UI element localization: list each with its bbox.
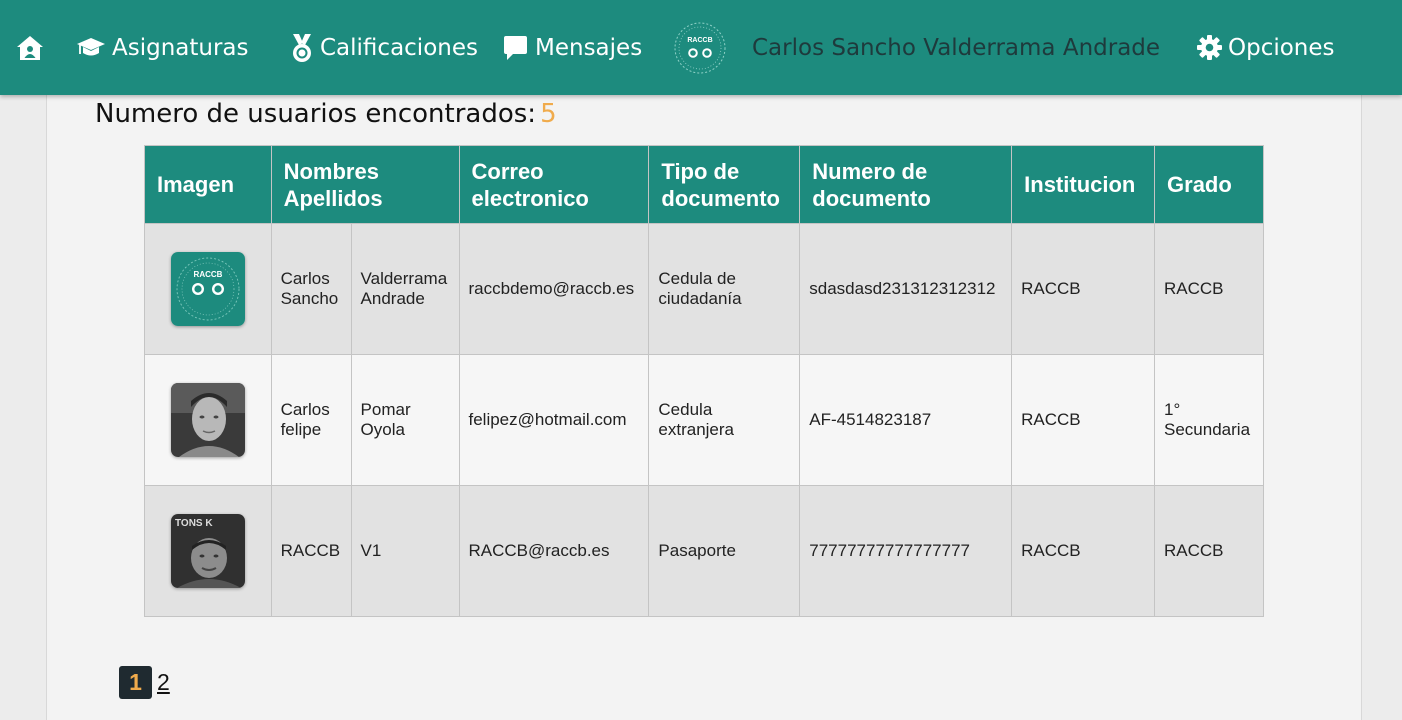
header-numero-2: documento — [812, 185, 931, 211]
cell-numero-documento: sdasdasd231312312312 — [799, 223, 1013, 355]
nav-user-name[interactable]: Carlos Sancho Valderrama Andrade — [752, 0, 1160, 95]
cell-tipo-documento: Cedula extranjera — [648, 354, 801, 486]
user-photo-icon: TONS K — [170, 514, 245, 588]
cell-tipo-documento: Cedula de ciudadanía — [648, 223, 801, 355]
user-photo-avatar[interactable] — [170, 383, 245, 457]
cell-apellidos: Pomar Oyola — [350, 354, 460, 486]
nav-calificaciones-label: Calificaciones — [320, 34, 478, 61]
apellidos-line-2: Oyola — [360, 420, 405, 439]
apellidos-line-1: Valderrama — [360, 269, 448, 288]
header-grado: Grado — [1154, 145, 1264, 224]
grado-line-2: Secundaria — [1164, 420, 1251, 439]
header-nombres: Nombres — [283, 158, 379, 184]
tipo-line-2: extranjera — [658, 420, 735, 439]
nav-calificaciones[interactable]: Calificaciones — [290, 0, 478, 95]
cell-correo: felipez@hotmail.com — [458, 354, 650, 486]
home-button[interactable] — [16, 0, 44, 95]
results-label: Numero de usuarios encontrados: — [95, 99, 537, 129]
header-institucion: Institucion — [1011, 145, 1156, 224]
cell-numero-documento: AF-4514823187 — [799, 354, 1013, 486]
cell-tipo-documento: Pasaporte — [648, 485, 801, 617]
header-correo: Correo electronico — [458, 145, 650, 224]
results-heading: Numero de usuarios encontrados: 5 — [95, 99, 557, 129]
grado-line-1: 1° — [1164, 400, 1181, 419]
table-row[interactable]: RACCB Carlos Sancho Valderrama Andrade rac… — [144, 223, 1264, 355]
nav-mensajes-label: Mensajes — [535, 34, 643, 61]
results-count: 5 — [540, 99, 557, 129]
user-photo-icon — [170, 383, 245, 457]
header-numero-1: Numero de — [812, 158, 928, 184]
pagination: 1 2 — [119, 666, 170, 699]
header-correo-2: electronico — [471, 185, 589, 211]
header-nombres-apellidos: Nombres Apellidos — [270, 145, 460, 224]
logo-text: RACCB — [687, 37, 712, 44]
nombres-line-2: Sancho — [280, 289, 339, 308]
page-current[interactable]: 1 — [119, 666, 152, 699]
tipo-line-1: Cedula de — [658, 269, 736, 288]
graduation-cap-icon — [77, 37, 105, 55]
cell-apellidos: Valderrama Andrade — [350, 223, 460, 355]
grado-line-1: RACCB — [1164, 279, 1224, 298]
gear-icon — [1197, 35, 1222, 60]
cell-apellidos: V1 — [350, 485, 460, 617]
apellidos-line-1: Pomar — [360, 400, 411, 419]
users-table: Imagen Nombres Apellidos Correo electronic… — [144, 145, 1264, 617]
cell-nombres: RACCB — [270, 485, 352, 617]
cell-grado: 1° Secundaria — [1154, 354, 1264, 486]
table-row[interactable]: Carlos felipe Pomar Oyola felipez@hotmail.… — [144, 354, 1264, 486]
message-icon — [504, 35, 527, 60]
apellidos-line-2: Andrade — [360, 289, 425, 308]
content-panel: Numero de usuarios encontrados: 5 Imagen … — [46, 95, 1362, 720]
cell-correo: raccbdemo@raccb.es — [458, 223, 650, 355]
header-apellidos: Apellidos — [283, 185, 383, 211]
top-navbar: Asignaturas Calificaciones Mensajes RACC… — [0, 0, 1402, 95]
table-row[interactable]: TONS K RACCB V1 RACCB@raccb.es Pasaporte… — [144, 485, 1264, 617]
cell-nombres: Carlos felipe — [270, 354, 352, 486]
cell-imagen: TONS K — [144, 485, 272, 617]
cell-institucion: RACCB — [1011, 485, 1156, 617]
medal-icon — [293, 33, 311, 62]
header-tipo-2: documento — [661, 185, 780, 211]
nav-mensajes[interactable]: Mensajes — [503, 0, 642, 95]
nombres-line-1: Carlos — [280, 269, 330, 288]
nombres-line-1: Carlos — [280, 400, 330, 419]
cell-nombres: Carlos Sancho — [270, 223, 352, 355]
cell-correo: RACCB@raccb.es — [458, 485, 650, 617]
tipo-line-2: ciudadanía — [658, 289, 742, 308]
user-photo-avatar[interactable]: TONS K — [170, 514, 245, 588]
nav-asignaturas[interactable]: Asignaturas — [76, 0, 249, 95]
header-imagen: Imagen — [144, 145, 272, 224]
raccb-logo-avatar[interactable]: RACCB — [170, 252, 245, 326]
nav-opciones-label: Opciones — [1228, 34, 1335, 61]
header-numero-documento: Numero de documento — [799, 145, 1013, 224]
tipo-line-1: Cedula — [658, 400, 713, 419]
cell-grado: RACCB — [1154, 485, 1264, 617]
nombres-line-2: felipe — [280, 420, 322, 439]
cell-numero-documento: 77777777777777777 — [799, 485, 1013, 617]
cell-imagen — [144, 354, 272, 486]
nav-opciones[interactable]: Opciones — [1197, 0, 1335, 95]
header-tipo-1: Tipo de — [661, 158, 740, 184]
avatar-photo-text: TONS K — [175, 518, 213, 529]
header-correo-1: Correo — [471, 158, 544, 184]
home-icon — [17, 35, 43, 60]
avatar-logo-text: RACCB — [193, 270, 222, 279]
cell-grado: RACCB — [1154, 223, 1264, 355]
table-header-row: Imagen Nombres Apellidos Correo electronic… — [144, 145, 1264, 224]
raccb-logo[interactable]: RACCB — [672, 0, 728, 95]
raccb-logo-icon: RACCB — [674, 22, 726, 73]
nav-asignaturas-label: Asignaturas — [112, 34, 249, 61]
cell-institucion: RACCB — [1011, 354, 1156, 486]
header-tipo-documento: Tipo de documento — [648, 145, 801, 224]
cell-institucion: RACCB — [1011, 223, 1156, 355]
cell-imagen: RACCB — [144, 223, 272, 355]
page-link-2[interactable]: 2 — [157, 669, 170, 696]
raccb-logo-icon: RACCB — [170, 252, 245, 326]
